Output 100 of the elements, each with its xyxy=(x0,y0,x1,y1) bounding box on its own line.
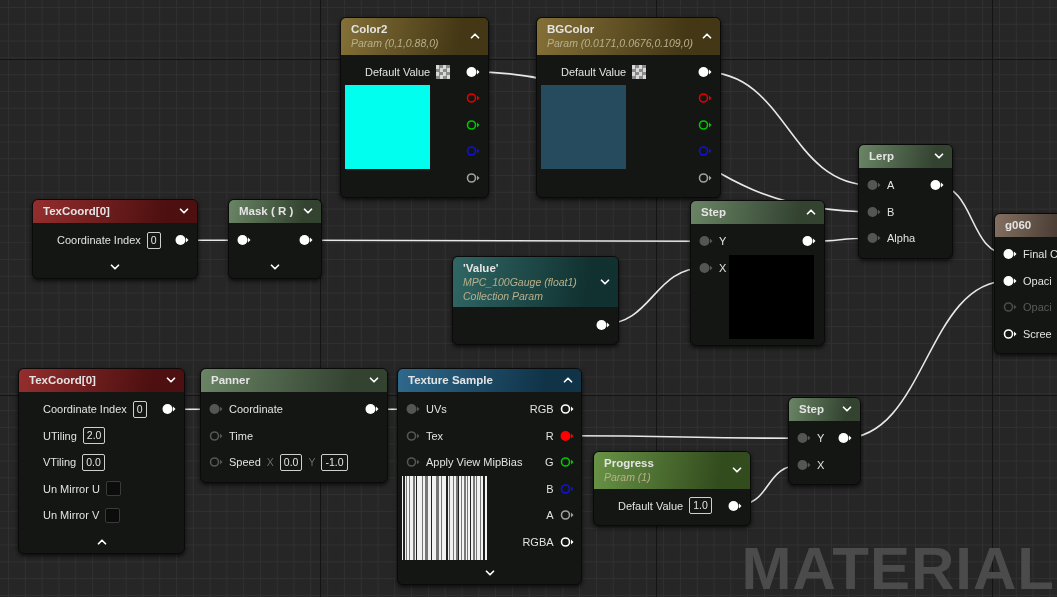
material-node[interactable]: BGColor Param (0.0171,0.0676,0.109,0) Default Value xyxy=(536,17,721,199)
material-node[interactable]: TexCoord[0] Coordinate Index 0 UTiling 2.0 VTiling 0.0 Un Mirror U Un Mirror V xyxy=(18,368,185,554)
output-pin[interactable] xyxy=(698,171,712,184)
output-pin[interactable] xyxy=(930,179,944,192)
value-field[interactable]: 2.0 xyxy=(82,427,106,445)
pin-label: Scree xyxy=(1023,327,1052,340)
pin-label: RGBA xyxy=(522,535,554,548)
input-pin[interactable] xyxy=(867,205,881,218)
node-subtitle: Param (0,1,0.88,0) xyxy=(351,37,440,51)
node-title: Mask ( R ) xyxy=(239,204,294,219)
input-pin[interactable] xyxy=(797,432,811,445)
output-pin[interactable] xyxy=(299,234,313,247)
checker-icon[interactable] xyxy=(436,64,451,79)
pin-label: Apply View MipBias xyxy=(426,456,523,469)
output-pin[interactable] xyxy=(175,234,189,247)
output-pin[interactable] xyxy=(559,403,574,416)
material-node[interactable]: Mask ( R ) xyxy=(228,199,322,279)
pin-label: X xyxy=(719,261,727,274)
input-pin[interactable] xyxy=(1003,248,1017,261)
input-pin[interactable] xyxy=(1003,274,1017,287)
output-pin[interactable] xyxy=(698,65,712,78)
value-field[interactable]: -1.0 xyxy=(321,453,348,471)
material-node[interactable]: Texture Sample UVs Tex Apply View MipBias RGB R G B A RGBA xyxy=(397,368,582,585)
checkbox[interactable] xyxy=(105,507,121,523)
node-title: BGColor xyxy=(547,22,595,37)
pin-label: B xyxy=(887,205,895,218)
checker-icon[interactable] xyxy=(632,64,647,79)
output-pin[interactable] xyxy=(466,118,480,131)
axis-label: X xyxy=(266,456,274,469)
pin-label: UVs xyxy=(426,403,447,416)
pin-label: Y xyxy=(719,235,727,248)
pin-label: RGB xyxy=(529,403,554,416)
property-label: Default Value xyxy=(365,65,431,78)
input-pin[interactable] xyxy=(699,235,713,248)
pin-label: Time xyxy=(229,429,254,442)
input-pin[interactable] xyxy=(699,261,713,274)
node-title: 'Value' xyxy=(463,261,499,276)
property-label: UTiling xyxy=(43,429,77,442)
input-pin[interactable] xyxy=(797,458,811,471)
pin-label: Alpha xyxy=(887,232,916,245)
material-node[interactable]: TexCoord[0] Coordinate Index 0 xyxy=(32,199,198,279)
node-subtitle: Param (0.0171,0.0676,0.109,0) xyxy=(547,37,694,51)
axis-label: Y xyxy=(308,456,316,469)
output-pin[interactable] xyxy=(365,403,379,416)
property-label: Un Mirror V xyxy=(43,509,100,522)
input-pin[interactable] xyxy=(209,456,223,469)
node-title: TexCoord[0] xyxy=(29,373,96,388)
property-label: Coordinate Index xyxy=(57,234,141,247)
input-pin[interactable] xyxy=(237,234,251,247)
property-label: VTiling xyxy=(43,456,77,469)
input-pin[interactable] xyxy=(1003,327,1017,340)
value-field[interactable]: 0 xyxy=(146,231,161,249)
material-node[interactable]: Step Y X xyxy=(788,397,861,485)
value-field[interactable]: 0.0 xyxy=(279,453,303,471)
input-pin[interactable] xyxy=(209,429,223,442)
node-title: TexCoord[0] xyxy=(43,204,110,219)
property-label: Default Value xyxy=(561,65,627,78)
pin-label: G xyxy=(545,456,554,469)
property-label: Coordinate Index xyxy=(43,403,127,416)
value-field[interactable]: 0.0 xyxy=(82,453,105,471)
node-title: Lerp xyxy=(869,149,894,164)
output-pin[interactable] xyxy=(728,499,742,512)
node-title: g060 xyxy=(1005,218,1032,233)
value-field[interactable]: 1.0 xyxy=(689,497,712,515)
node-subtitle: MPC_100Gauge (float1) Collection Param xyxy=(463,276,578,304)
node-title: Step xyxy=(701,205,726,220)
material-node[interactable]: Panner Coordinate Time Speed X 0.0 Y -1.0 xyxy=(200,368,388,483)
pin-label: X xyxy=(817,458,825,471)
input-pin[interactable] xyxy=(867,179,881,192)
pin-label: Y xyxy=(817,432,825,445)
material-node[interactable]: Progress Param (1) Default Value 1.0 xyxy=(593,451,751,527)
input-pin[interactable] xyxy=(406,403,420,416)
output-pin[interactable] xyxy=(596,318,610,331)
input-pin[interactable] xyxy=(406,429,420,442)
material-node[interactable]: Step Y X xyxy=(690,200,825,346)
output-pin[interactable] xyxy=(466,65,480,78)
input-pin[interactable] xyxy=(406,456,420,469)
pin-label: A xyxy=(546,509,554,522)
output-pin[interactable] xyxy=(466,171,480,184)
checkbox[interactable] xyxy=(105,481,121,497)
pin-label: B xyxy=(546,482,554,495)
output-pin[interactable] xyxy=(698,118,712,131)
output-pin[interactable] xyxy=(162,403,176,416)
output-pin[interactable] xyxy=(802,235,816,248)
output-pin[interactable] xyxy=(559,509,574,522)
value-field[interactable]: 0 xyxy=(132,400,147,418)
pin-label: Opaci xyxy=(1023,274,1052,287)
node-title: Step xyxy=(799,402,824,417)
material-node[interactable]: Color2 Param (0,1,0.88,0) Default Value xyxy=(340,17,489,199)
node-title: Texture Sample xyxy=(408,373,493,388)
output-pin[interactable] xyxy=(559,456,574,469)
input-pin[interactable] xyxy=(867,232,881,245)
property-label: Un Mirror U xyxy=(43,482,100,495)
material-node[interactable]: Lerp A B Alpha xyxy=(858,144,953,259)
material-node[interactable]: 'Value' MPC_100Gauge (float1) Collection Param xyxy=(452,256,619,345)
node-subtitle: Param (1) xyxy=(604,471,652,485)
input-pin[interactable] xyxy=(209,403,223,416)
output-pin[interactable] xyxy=(559,535,574,548)
output-pin[interactable] xyxy=(838,432,852,445)
property-label: Default Value xyxy=(618,499,684,512)
